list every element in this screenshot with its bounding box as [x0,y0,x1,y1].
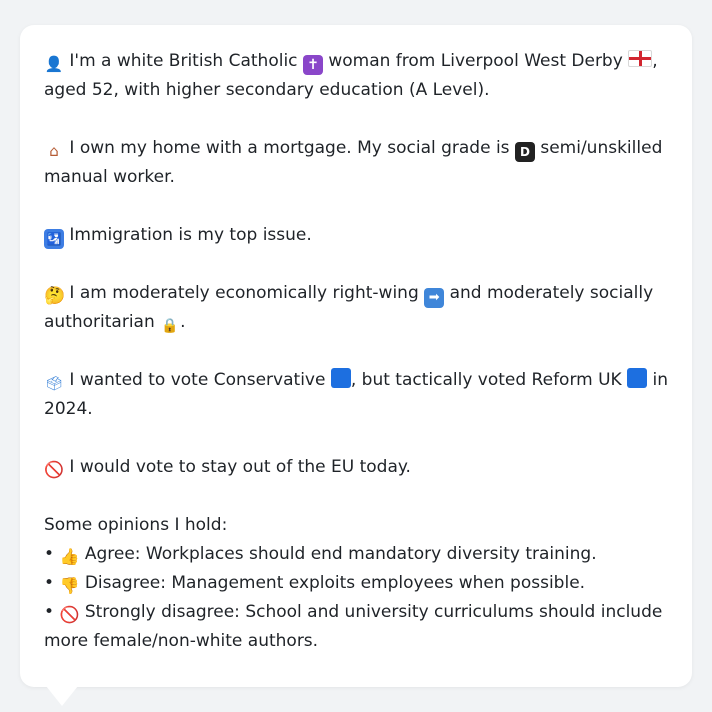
ballot-box-icon: 🗳 [45,376,63,392]
prohibited-icon: 🚫 [44,460,64,479]
identity-paragraph: 👤 I'm a white British Catholic ✝ woman f… [44,47,668,105]
vote-text-4: 2024. [44,399,93,419]
bullet: • [44,544,55,564]
vote-text-2: , but tactically voted Reform UK [350,370,622,390]
home-paragraph: ⌂ I own my home with a mortgage. My soci… [44,134,668,192]
ideology-period: . [180,312,186,332]
eu-text: I would vote to stay out of the EU today… [69,457,411,477]
opinion-item: • 👍 Agree: Workplaces should end mandato… [44,540,668,569]
message-bubble: 👤 I'm a white British Catholic ✝ woman f… [20,25,692,687]
england-flag-icon [628,50,653,67]
ideology-text-1: I am moderately economically right-wing [69,283,419,303]
right-arrow-icon: ➡ [424,288,445,308]
thumbs-down-icon: 👎 [59,576,80,595]
thinking-face-icon: 🤔 [44,286,66,306]
blue-square-icon [627,368,648,388]
letter-d-icon: D [514,142,535,162]
bubble-tail [46,686,78,706]
thumbs-up-icon: 👍 [59,547,80,566]
prohibited-icon: 🚫 [59,605,80,624]
identity-comma: , [652,51,658,71]
opinion-text: Strongly disagree: School and university… [84,602,663,622]
vote-paragraph: 🗳 I wanted to vote Conservative , but ta… [44,366,668,424]
bullet: • [44,602,55,622]
ideology-text-2: and moderately socially [449,283,654,303]
latin-cross-icon: ✝ [302,55,323,75]
opinion-item: • 🚫 Strongly disagree: School and univer… [44,598,668,656]
eu-paragraph: 🚫 I would vote to stay out of the EU tod… [44,453,668,482]
home-text-1: I own my home with a mortgage. My social… [69,138,510,158]
ideology-paragraph: 🤔 I am moderately economically right-win… [44,279,668,337]
opinion-text: Disagree: Management exploits employees … [84,573,586,593]
vote-text-1: I wanted to vote Conservative [69,370,326,390]
issue-text: Immigration is my top issue. [69,225,312,245]
opinions-heading: Some opinions I hold: [44,515,228,535]
opinion-item: • 👎 Disagree: Management exploits employ… [44,569,668,598]
identity-text-2: woman from Liverpool West Derby [328,51,623,71]
opinions-section: Some opinions I hold: • 👍 Agree: Workpla… [44,511,668,656]
house-icon: ⌂ [49,142,59,160]
opinion-text: Agree: Workplaces should end mandatory d… [84,544,597,564]
bullet: • [44,573,55,593]
person-icon: 👤 [44,55,64,73]
vote-text-3: in [652,370,669,390]
blue-square-icon [330,368,351,388]
identity-text-1: I'm a white British Catholic [69,51,298,71]
opinion-text-continued: more female/non-white authors. [44,631,319,651]
identity-text-3: aged 52, with higher secondary education… [44,80,490,100]
passport-control-icon: 🛂 [44,229,64,249]
home-text-3: manual worker. [44,167,175,187]
home-text-2: semi/unskilled [540,138,663,158]
issue-paragraph: 🛂 Immigration is my top issue. [44,221,668,250]
lock-icon: 🔒 [161,318,179,334]
ideology-text-3: authoritarian [44,312,155,332]
